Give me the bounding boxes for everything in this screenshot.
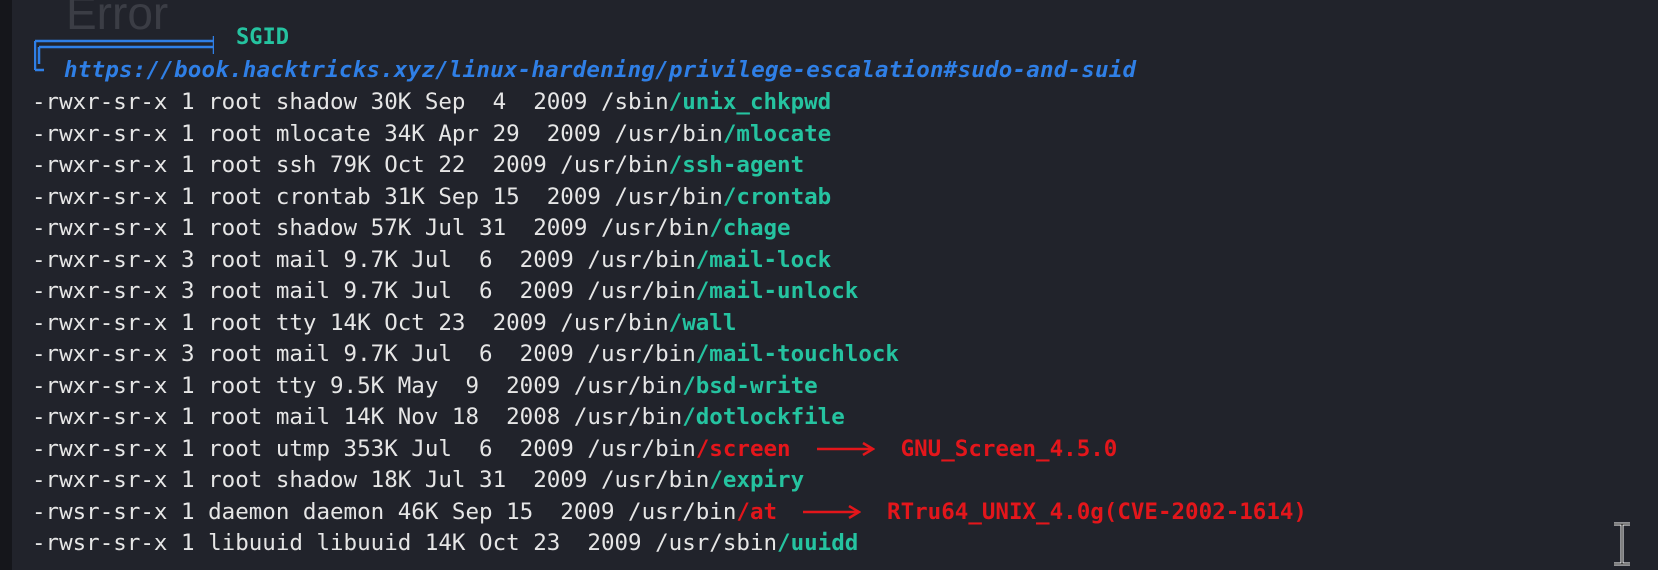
binary-name: /bsd-write: [682, 372, 818, 399]
binary-name: /dotlockfile: [682, 404, 845, 430]
file-listing-prefix: -rwxr-sr-x 3 root mail 9.7K Jul 6 2009 /…: [32, 278, 696, 304]
reference-url[interactable]: https://book.hacktricks.xyz/linux-harden…: [64, 57, 1136, 83]
file-listing-prefix: -rwxr-sr-x 1 root shadow 30K Sep 4 2009 …: [32, 89, 669, 115]
window-edge: [0, 0, 12, 570]
terminal-line: -rwsr-sr-x 1 libuuid libuuid 14K Oct 23 …: [32, 528, 1307, 560]
file-listing-prefix: -rwxr-sr-x 1 root mail 14K Nov 18 2008 /…: [32, 404, 683, 430]
terminal-line: -rwxr-sr-x 1 root shadow 57K Jul 31 2009…: [32, 213, 1307, 245]
binary-name: /wall: [668, 309, 737, 336]
terminal-output: -rwxr-sr-x 1 root shadow 30K Sep 4 2009 …: [32, 87, 1307, 560]
arrow-right-icon: [816, 442, 875, 456]
binary-name: /unix_chkpwd: [668, 89, 832, 115]
binary-name: /chage: [709, 215, 791, 241]
highlighted-binary-name: /at: [736, 498, 778, 525]
binary-name: /crontab: [722, 183, 832, 210]
arrow-right-icon: [803, 505, 862, 519]
terminal-line: -rwxr-sr-x 1 root shadow 18K Jul 31 2009…: [32, 465, 1307, 497]
file-listing-prefix: -rwxr-sr-x 3 root mail 9.7K Jul 6 2009 /…: [32, 341, 696, 367]
file-listing-prefix: -rwxr-sr-x 1 root mlocate 34K Apr 29 200…: [32, 120, 723, 147]
file-listing-prefix: -rwxr-sr-x 1 root utmp 353K Jul 6 2009 /…: [32, 435, 696, 462]
exploit-note: RTru64_UNIX_4.0g(CVE-2002-1614): [887, 498, 1307, 525]
highlighted-binary-name: /screen: [695, 435, 791, 462]
file-listing-prefix: -rwxr-sr-x 1 root tty 14K Oct 23 2009 /u…: [32, 309, 669, 336]
file-listing-prefix: -rwxr-sr-x 3 root mail 9.7K Jul 6 2009 /…: [32, 246, 696, 273]
binary-name: /mail-unlock: [695, 278, 859, 304]
binary-name: /mail-lock: [695, 246, 832, 273]
file-listing-prefix: -rwxr-sr-x 1 root shadow 57K Jul 31 2009…: [32, 215, 710, 241]
terminal-line: -rwxr-sr-x 3 root mail 9.7K Jul 6 2009 /…: [32, 276, 1307, 308]
terminal-line: -rwxr-sr-x 1 root shadow 30K Sep 4 2009 …: [32, 87, 1307, 119]
binary-name: /ssh-agent: [668, 152, 805, 178]
binary-name: /expiry: [709, 467, 805, 493]
section-title: SGID: [236, 25, 289, 50]
binary-name: /uuidd: [777, 530, 859, 556]
terminal-line: -rwxr-sr-x 3 root mail 9.7K Jul 6 2009 /…: [32, 339, 1307, 371]
terminal-line: -rwxr-sr-x 1 root tty 9.5K May 9 2009 /u…: [32, 371, 1307, 403]
file-listing-prefix: -rwxr-sr-x 1 root ssh 79K Oct 22 2009 /u…: [32, 152, 669, 178]
file-listing-prefix: -rwxr-sr-x 1 root crontab 31K Sep 15 200…: [32, 183, 723, 210]
binary-name: /mlocate: [722, 120, 832, 147]
file-listing-prefix: -rwxr-sr-x 1 root shadow 18K Jul 31 2009…: [32, 467, 710, 493]
terminal-line: -rwxr-sr-x 1 root crontab 31K Sep 15 200…: [32, 182, 1307, 214]
file-listing-prefix: -rwsr-sr-x 1 libuuid libuuid 14K Oct 23 …: [32, 530, 778, 556]
terminal-line: -rwxr-sr-x 1 root tty 14K Oct 23 2009 /u…: [32, 308, 1307, 340]
text-cursor-icon: [1614, 522, 1630, 566]
terminal-line: -rwxr-sr-x 1 root ssh 79K Oct 22 2009 /u…: [32, 150, 1307, 182]
binary-name: /mail-touchlock: [695, 341, 899, 367]
terminal-line: -rwxr-sr-x 1 root utmp 353K Jul 6 2009 /…: [32, 434, 1307, 466]
terminal-line: -rwsr-sr-x 1 daemon daemon 46K Sep 15 20…: [32, 497, 1307, 529]
terminal-line: -rwxr-sr-x 3 root mail 9.7K Jul 6 2009 /…: [32, 245, 1307, 277]
exploit-note: GNU_Screen_4.5.0: [900, 435, 1118, 462]
file-listing-prefix: -rwxr-sr-x 1 root tty 9.5K May 9 2009 /u…: [32, 372, 683, 399]
terminal-line: -rwxr-sr-x 1 root mlocate 34K Apr 29 200…: [32, 119, 1307, 151]
file-listing-prefix: -rwsr-sr-x 1 daemon daemon 46K Sep 15 20…: [32, 498, 737, 525]
terminal-line: -rwxr-sr-x 1 root mail 14K Nov 18 2008 /…: [32, 402, 1307, 434]
